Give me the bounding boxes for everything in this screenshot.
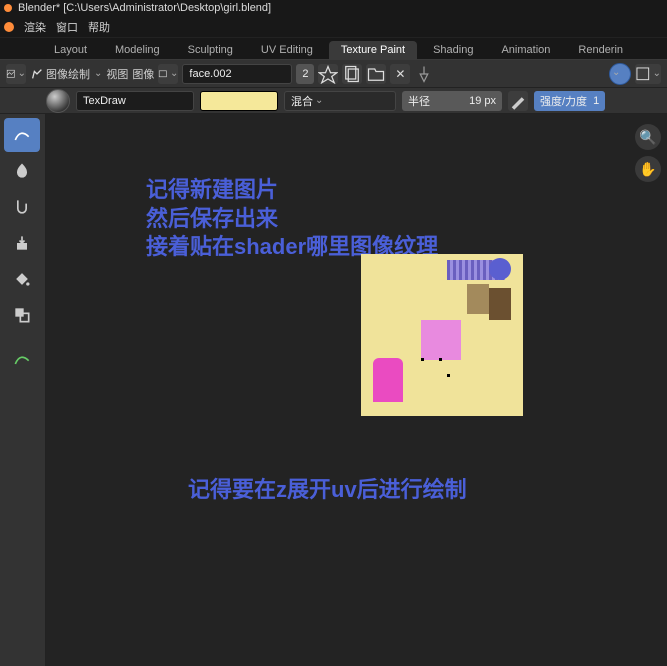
radius-pressure-icon[interactable] (508, 91, 528, 111)
fake-user-icon[interactable] (318, 64, 338, 84)
shading-sphere-icon[interactable] (609, 63, 631, 85)
radius-field[interactable]: 半径 19 px (402, 91, 502, 111)
tab-uvediting[interactable]: UV Editing (249, 41, 325, 59)
brush-name-field[interactable]: TexDraw (76, 91, 194, 111)
brush-header: TexDraw 混合 半径 19 px 强度/力度 1 (0, 88, 667, 114)
tool-fill[interactable] (4, 262, 40, 296)
brush-color-swatch[interactable] (200, 91, 278, 111)
pan-icon[interactable]: ✋ (635, 156, 661, 182)
main-menubar: 渲染 窗口 帮助 (0, 16, 667, 38)
workspace-tabs: Layout Modeling Sculpting UV Editing Tex… (0, 38, 667, 60)
menu-view[interactable]: 视图 (106, 66, 128, 82)
tab-shading[interactable]: Shading (421, 41, 485, 59)
left-toolbar (0, 114, 46, 666)
tab-modeling[interactable]: Modeling (103, 41, 172, 59)
menu-window[interactable]: 窗口 (56, 19, 78, 35)
tool-soften[interactable] (4, 154, 40, 188)
tool-annotate[interactable] (4, 342, 40, 376)
tool-mask[interactable] (4, 298, 40, 332)
gizmo-toggle-icon[interactable] (635, 64, 661, 84)
unlink-icon[interactable]: ✕ (390, 64, 410, 84)
editor-type-icon[interactable] (6, 64, 26, 84)
strength-label: 强度/力度 (540, 93, 587, 109)
radius-value: 19 px (469, 95, 496, 107)
strength-field[interactable]: 强度/力度 1 (534, 91, 605, 111)
strength-value: 1 (593, 95, 599, 107)
viewport-controls: 🔍 ✋ (635, 124, 661, 182)
app-icon (4, 4, 12, 12)
new-image-icon[interactable] (342, 64, 362, 84)
image-canvas[interactable]: 记得新建图片 然后保存出来 接着贴在shader哪里图像纹理 记得要在z展开uv… (46, 114, 667, 666)
tool-draw[interactable] (4, 118, 40, 152)
radius-label: 半径 (408, 93, 430, 109)
menu-render[interactable]: 渲染 (24, 19, 46, 35)
annotation-top: 记得新建图片 然后保存出来 接着贴在shader哪里图像纹理 (146, 176, 438, 262)
pin-icon[interactable] (414, 64, 434, 84)
tool-clone[interactable] (4, 226, 40, 260)
tab-animation[interactable]: Animation (489, 41, 562, 59)
image-header: 图像绘制 视图 图像 face.002 2 ✕ (0, 60, 667, 88)
tab-rendering[interactable]: Renderin (566, 41, 625, 59)
brush-preview-icon[interactable] (46, 89, 70, 113)
open-image-icon[interactable] (366, 64, 386, 84)
window-title: Blender* [C:\Users\Administrator\Desktop… (18, 2, 271, 14)
image-users-badge[interactable]: 2 (296, 64, 314, 84)
annotation-bottom: 记得要在z展开uv后进行绘制 (188, 476, 467, 505)
window-titlebar: Blender* [C:\Users\Administrator\Desktop… (0, 0, 667, 16)
tab-texturepaint[interactable]: Texture Paint (329, 41, 417, 59)
blender-logo (4, 22, 14, 32)
tab-layout[interactable]: Layout (42, 41, 99, 59)
menu-help[interactable]: 帮助 (88, 19, 110, 35)
blend-mode-select[interactable]: 混合 (284, 91, 396, 111)
menu-image[interactable]: 图像 (132, 66, 154, 82)
image-name-field[interactable]: face.002 (182, 64, 292, 84)
mode-select[interactable]: 图像绘制 (30, 66, 102, 82)
image-browse-icon[interactable] (158, 64, 178, 84)
tool-smear[interactable] (4, 190, 40, 224)
texture-preview (361, 254, 523, 416)
tab-sculpting[interactable]: Sculpting (176, 41, 245, 59)
workspace: 记得新建图片 然后保存出来 接着贴在shader哪里图像纹理 记得要在z展开uv… (0, 114, 667, 666)
zoom-icon[interactable]: 🔍 (635, 124, 661, 150)
